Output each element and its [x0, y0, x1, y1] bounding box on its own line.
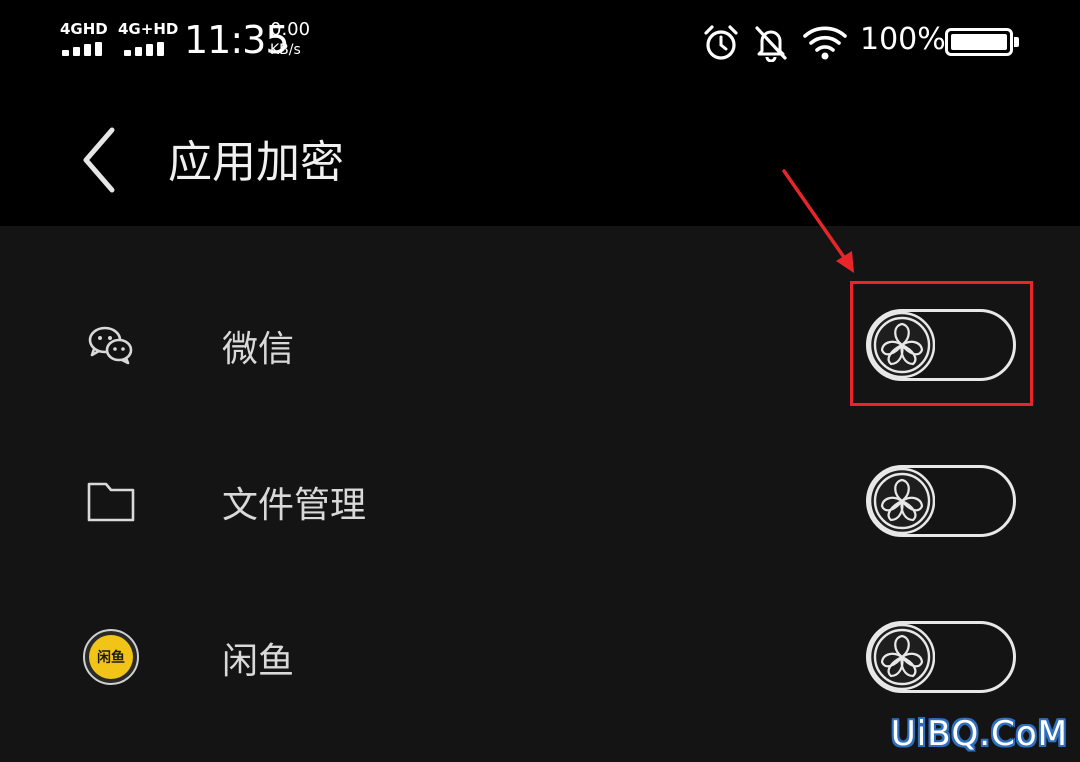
signal-sim2-label: 4G+HD: [118, 20, 179, 38]
battery-fill: [951, 34, 1007, 50]
app-name: 文件管理: [222, 485, 367, 526]
xianyu-icon: 闲鱼: [80, 626, 142, 688]
chevron-left-icon: [83, 127, 115, 193]
net-speed: 0.00 KB/s: [270, 20, 330, 60]
wechat-icon: [80, 314, 142, 376]
net-speed-value: 0.00: [270, 19, 311, 40]
xianyu-lock-toggle[interactable]: [866, 621, 1016, 693]
page-title: 应用加密: [168, 137, 344, 188]
battery-icon: [945, 28, 1019, 56]
toggle-knob-icon: [868, 623, 936, 691]
toggle-knob-icon: [868, 467, 936, 535]
app-name: 闲鱼: [222, 641, 295, 682]
back-button[interactable]: [70, 120, 130, 200]
signal-sim2: 4G+HD: [118, 20, 178, 60]
xianyu-icon-text: 闲鱼: [97, 649, 125, 666]
net-speed-unit: KB/s: [270, 42, 301, 58]
top-bar: 4GHD 4G+HD 11:35 0.00 KB/s 100% 应用加密: [0, 0, 1080, 226]
alarm-icon: [702, 24, 740, 62]
list-item-file-manager: 文件管理: [0, 422, 1080, 578]
file-manager-lock-toggle[interactable]: [866, 465, 1016, 537]
list-item-xianyu: 闲鱼 闲鱼: [0, 578, 1080, 734]
watermark: UiBQ.CoM: [890, 714, 1068, 754]
annotation-arrow-icon: [770, 165, 870, 280]
wifi-icon: [802, 24, 848, 62]
signal-bars-icon: [62, 42, 106, 56]
annotation-highlight-box: [850, 281, 1033, 406]
status-bar: 4GHD 4G+HD 11:35 0.00 KB/s 100%: [0, 0, 1080, 86]
app-name: 微信: [222, 329, 295, 370]
signal-sim1-label: 4GHD: [60, 20, 108, 38]
battery-percent: 100%: [860, 22, 946, 57]
folder-icon: [80, 470, 142, 532]
battery-nub: [1014, 37, 1019, 47]
screen: 4GHD 4G+HD 11:35 0.00 KB/s 100% 应用加密 微信 …: [0, 0, 1080, 762]
signal-bars-icon: [124, 42, 168, 56]
mute-bell-icon: [752, 24, 790, 63]
title-bar: 应用加密: [0, 100, 1080, 210]
signal-sim1: 4GHD: [60, 20, 112, 60]
